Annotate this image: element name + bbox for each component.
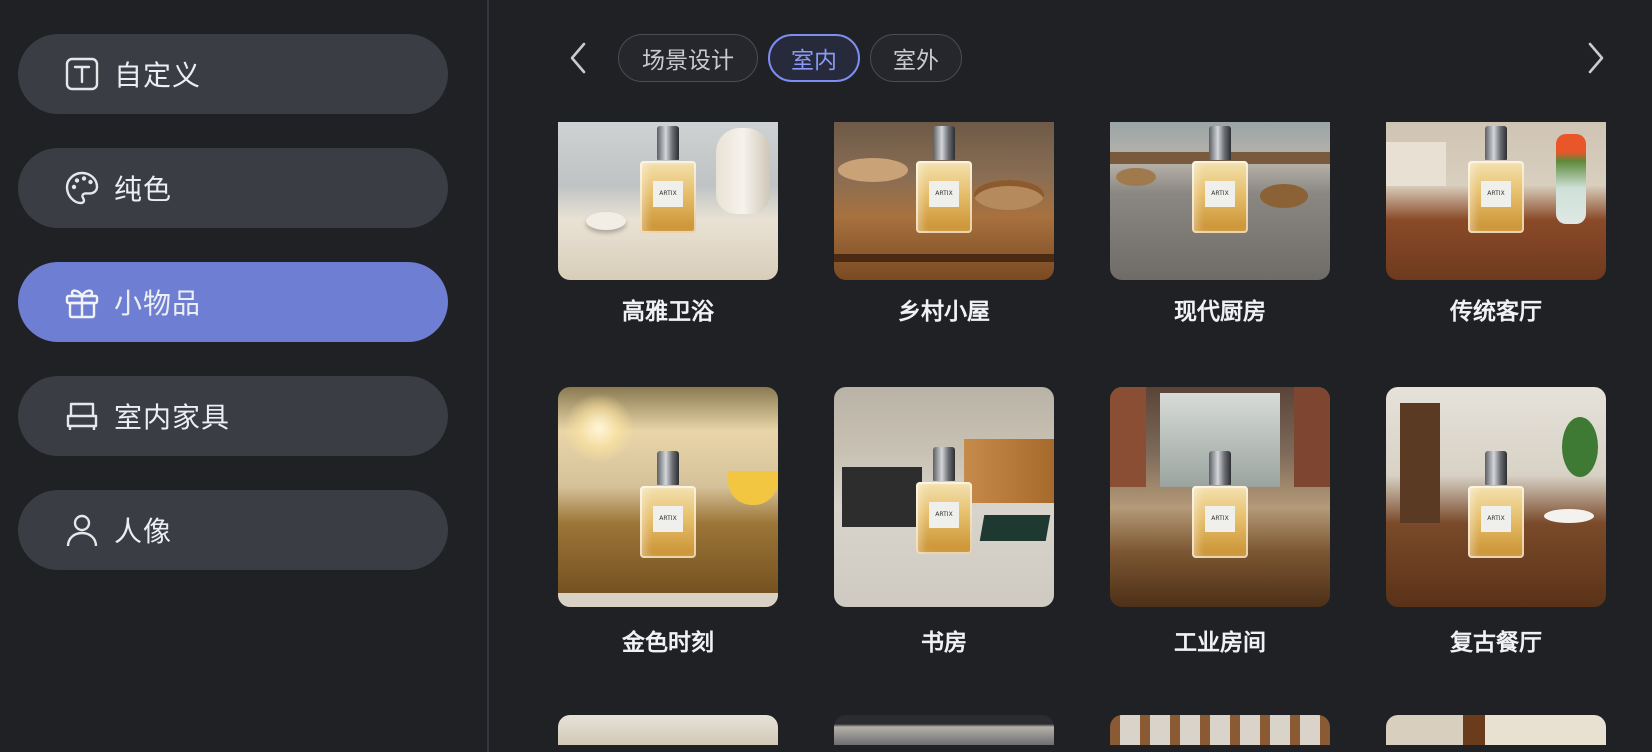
chevron-right-icon[interactable]: [1582, 38, 1610, 78]
scene-thumbnail: [1110, 715, 1330, 745]
scene-card[interactable]: ARTIX 书房: [834, 387, 1054, 656]
bottle-label: ARTIX: [929, 502, 959, 528]
perfume-bottle: ARTIX: [1192, 451, 1248, 558]
category-label: 小物品: [114, 287, 202, 320]
perfume-bottle: ARTIX: [1468, 126, 1524, 233]
bottle-label: ARTIX: [653, 506, 683, 532]
sofa-icon: [64, 398, 100, 434]
scene-thumbnail: ARTIX: [1110, 122, 1330, 280]
bottle-label: ARTIX: [929, 181, 959, 207]
sidebar-divider: [487, 0, 489, 752]
scene-thumbnail: ARTIX: [1386, 387, 1606, 607]
bottle-label: ARTIX: [1205, 506, 1235, 532]
scene-card[interactable]: ARTIX 复古餐厅: [1386, 387, 1606, 656]
scene-title: 工业房间: [1174, 630, 1266, 656]
scene-thumbnail: ARTIX: [1110, 387, 1330, 607]
category-custom[interactable]: 自定义: [18, 34, 448, 114]
tab-scene-design[interactable]: 场景设计: [618, 34, 758, 82]
category-label: 室内家具: [114, 401, 231, 434]
scene-card[interactable]: ARTIX 工业房间: [1110, 387, 1330, 656]
text-box-icon: [64, 56, 100, 92]
scene-title: 传统客厅: [1450, 299, 1542, 325]
category-label: 人像: [114, 515, 173, 548]
scene-title: 高雅卫浴: [622, 299, 714, 325]
person-icon: [64, 512, 100, 548]
category-furniture[interactable]: 室内家具: [18, 376, 448, 456]
bottle-label: ARTIX: [1481, 506, 1511, 532]
scene-thumbnail: [1386, 715, 1606, 745]
scene-card[interactable]: [1386, 715, 1606, 745]
chevron-left-icon[interactable]: [564, 38, 592, 78]
perfume-bottle: ARTIX: [640, 451, 696, 558]
perfume-bottle: ARTIX: [916, 126, 972, 233]
scene-thumbnail: [834, 715, 1054, 745]
scene-thumbnail: ARTIX: [834, 387, 1054, 607]
scene-thumbnail: ARTIX: [834, 122, 1054, 280]
app-root: 自定义 纯色 小物品 室内家具 人像 场景设计 室内 室外 ARTIX 高雅卫浴…: [0, 0, 1652, 752]
scene-thumbnail: ARTIX: [1386, 122, 1606, 280]
perfume-bottle: ARTIX: [1192, 126, 1248, 233]
scene-thumbnail: ARTIX: [558, 387, 778, 607]
scene-card[interactable]: ARTIX 金色时刻: [558, 387, 778, 656]
scene-card[interactable]: ARTIX 现代厨房: [1110, 122, 1330, 325]
scene-card[interactable]: ARTIX 高雅卫浴: [558, 122, 778, 325]
category-sidebar: 自定义 纯色 小物品 室内家具 人像: [0, 0, 488, 752]
scene-title: 乡村小屋: [898, 299, 990, 325]
scene-title: 复古餐厅: [1450, 630, 1542, 656]
scene-card[interactable]: [1110, 715, 1330, 745]
category-small-items[interactable]: 小物品: [18, 262, 448, 342]
perfume-bottle: ARTIX: [640, 126, 696, 233]
scene-thumbnail: [558, 715, 778, 745]
scene-title: 金色时刻: [622, 630, 714, 656]
bottle-label: ARTIX: [653, 181, 683, 207]
bottle-label: ARTIX: [1205, 181, 1235, 207]
scene-card[interactable]: [834, 715, 1054, 745]
palette-icon: [64, 170, 100, 206]
scene-card[interactable]: ARTIX 传统客厅: [1386, 122, 1606, 325]
category-solid-color[interactable]: 纯色: [18, 148, 448, 228]
scene-card[interactable]: ARTIX 乡村小屋: [834, 122, 1054, 325]
scene-card[interactable]: [558, 715, 778, 745]
tab-indoor[interactable]: 室内: [768, 34, 860, 82]
scene-title: 书房: [921, 630, 967, 656]
tab-outdoor[interactable]: 室外: [870, 34, 962, 82]
bottle-label: ARTIX: [1481, 181, 1511, 207]
gift-icon: [64, 284, 100, 320]
category-portrait[interactable]: 人像: [18, 490, 448, 570]
scene-title: 现代厨房: [1174, 299, 1266, 325]
perfume-bottle: ARTIX: [1468, 451, 1524, 558]
category-label: 纯色: [114, 173, 173, 206]
perfume-bottle: ARTIX: [916, 447, 972, 554]
scene-thumbnail: ARTIX: [558, 122, 778, 280]
category-label: 自定义: [114, 59, 202, 92]
